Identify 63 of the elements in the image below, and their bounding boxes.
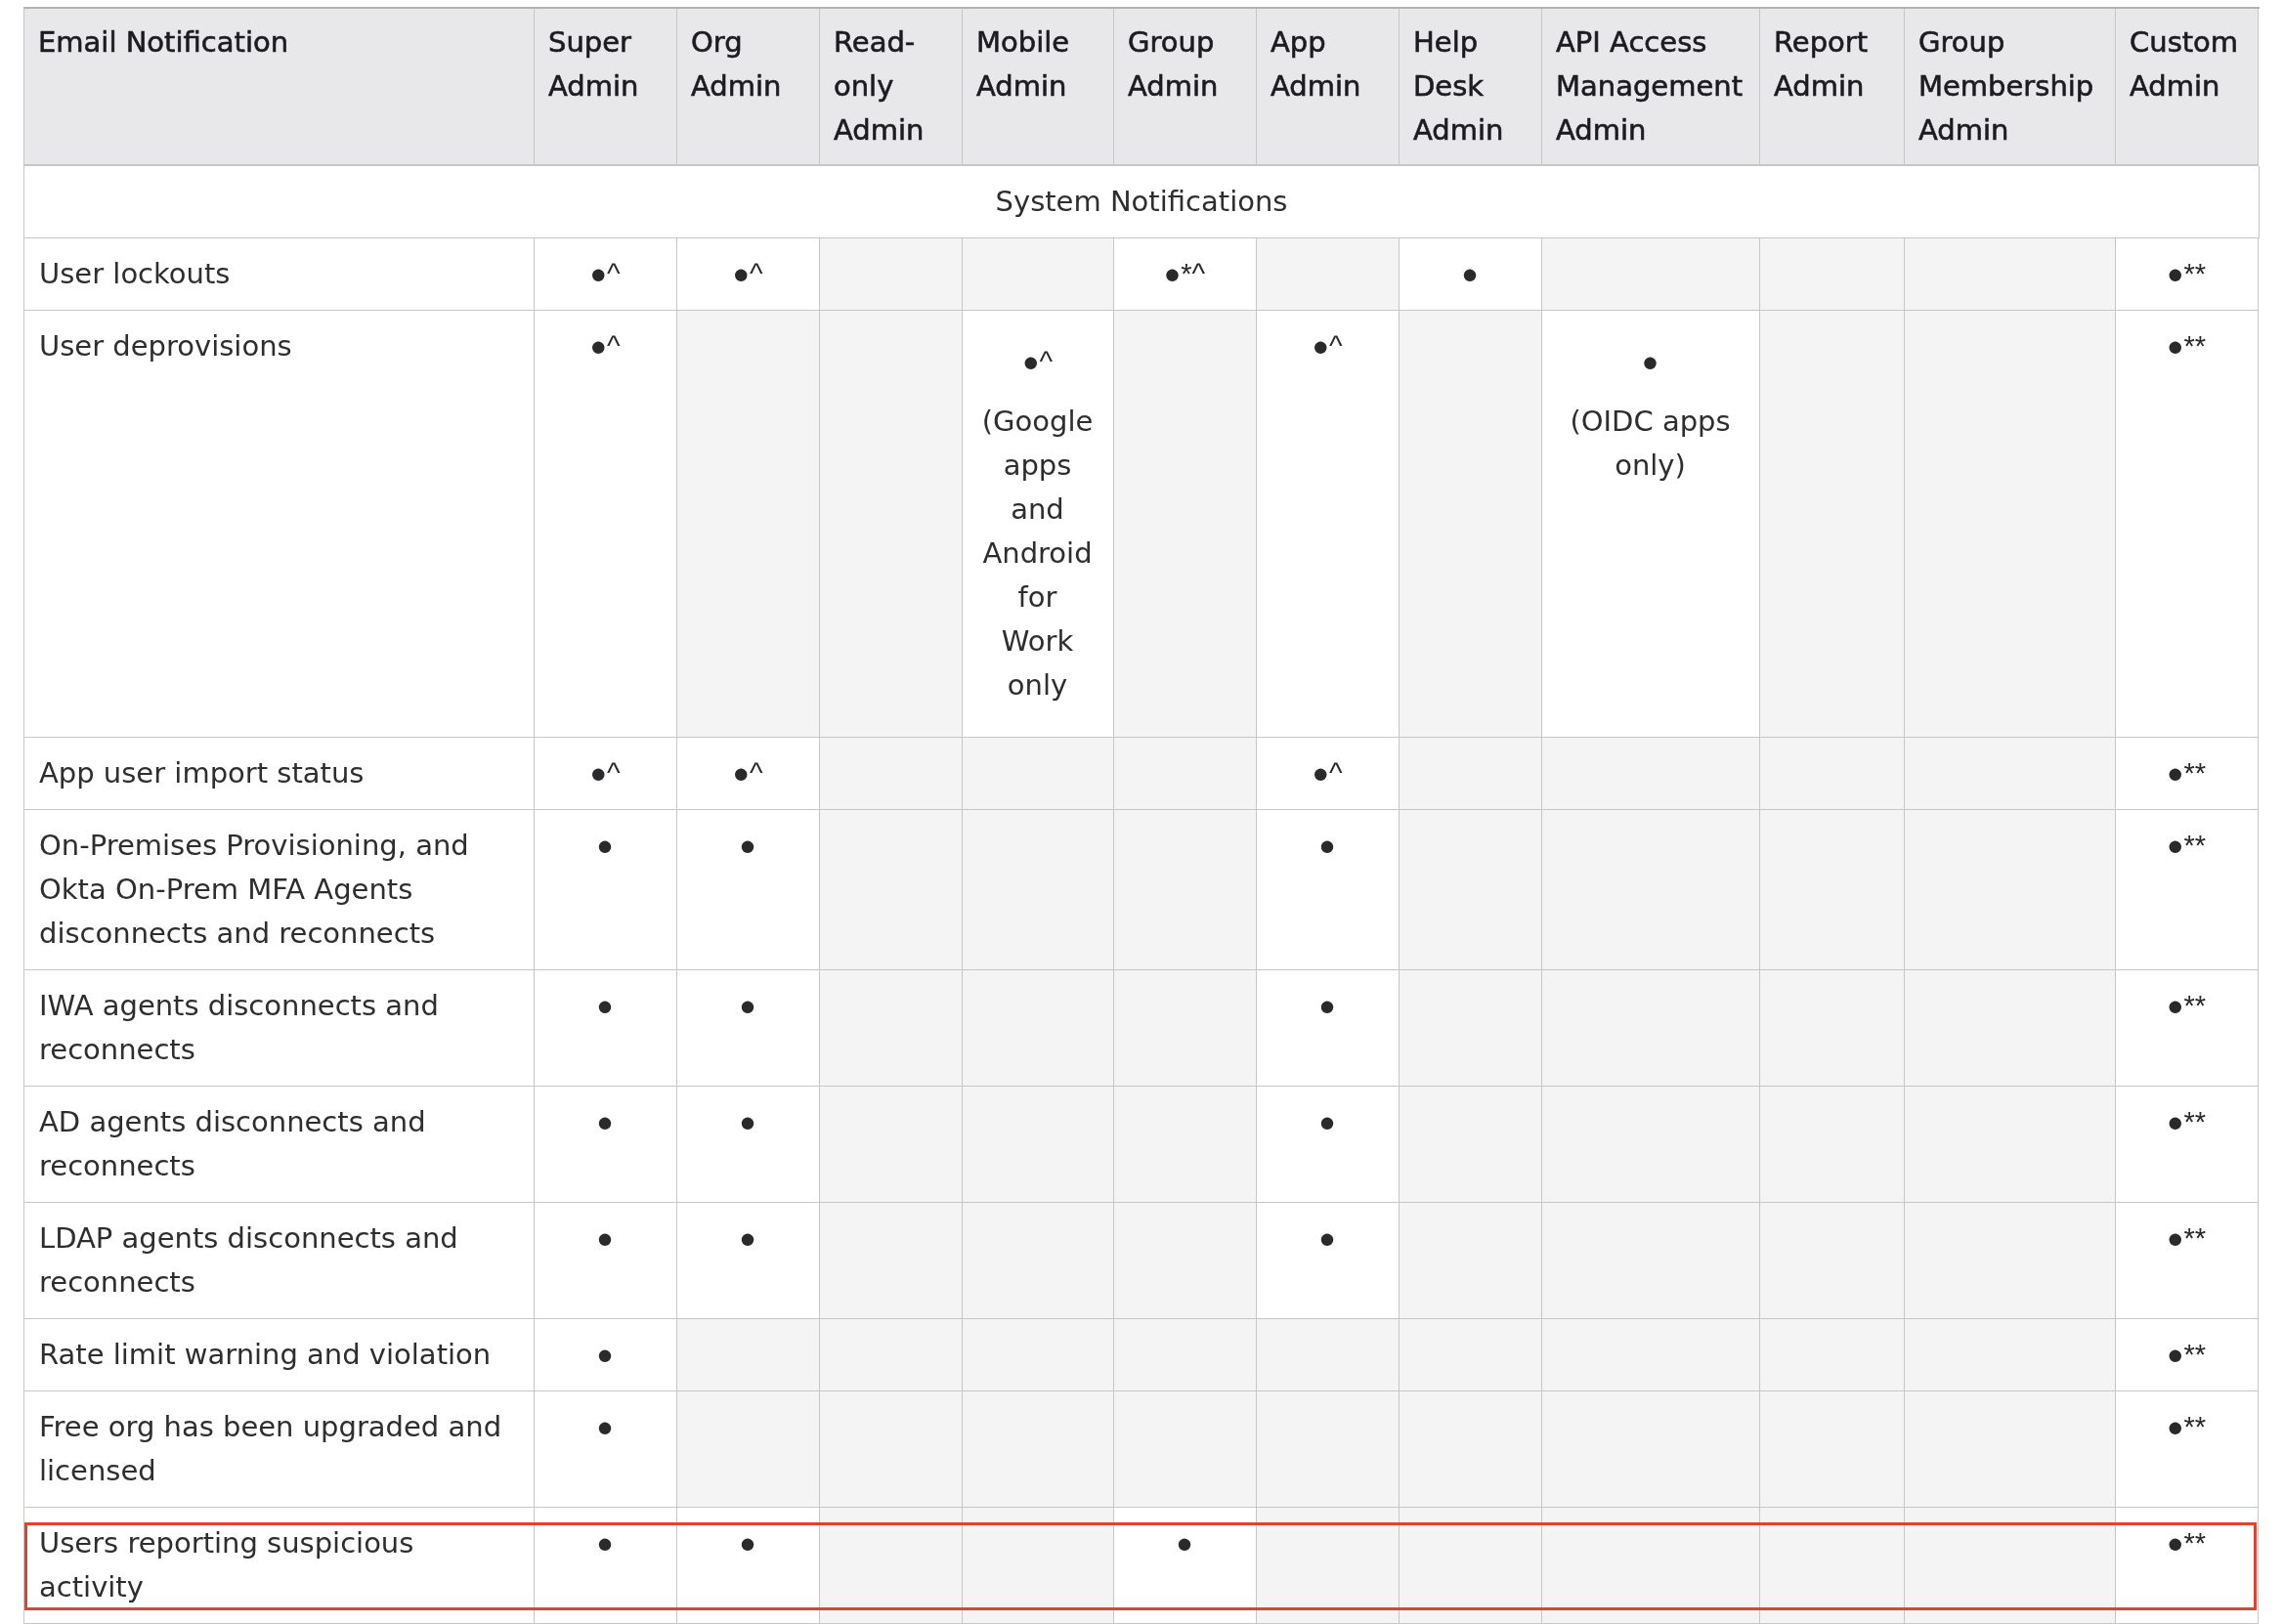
row-label: App user import status (24, 738, 535, 810)
table-cell: ● (535, 1508, 677, 1624)
column-header: App Admin (1257, 9, 1400, 166)
table-cell: ●** (2116, 810, 2259, 970)
table-cell: ●** (2116, 1391, 2259, 1508)
table-cell: ● (677, 1508, 820, 1624)
row-label: On-Premises Provisioning, and Okta On-Prem MFA Agents disconnects and reconnects (24, 810, 535, 970)
table-cell: ●** (2116, 311, 2259, 738)
cell-mark: ● (1641, 345, 1659, 379)
table-cell: ● (535, 1087, 677, 1203)
table-cell: ●^ (677, 238, 820, 311)
column-header: Super Admin (535, 9, 677, 166)
table-cell: ● (677, 970, 820, 1087)
table-cell: ●** (2116, 738, 2259, 810)
row-label: User deprovisions (24, 311, 535, 738)
column-header: API Access Management Admin (1542, 9, 1760, 166)
table-cell: ● (1257, 1203, 1400, 1319)
table-cell: ●** (2116, 238, 2259, 311)
table-cell: ● (535, 1319, 677, 1391)
table-cell: ● (677, 1087, 820, 1203)
column-header: Org Admin (677, 9, 820, 166)
row-label: Users reporting suspicious activity (24, 1508, 535, 1624)
table-cell: ● (1257, 970, 1400, 1087)
table-cell: ● (1257, 810, 1400, 970)
table-cell: ●^ (1257, 738, 1400, 810)
table-cell: ●** (2116, 1087, 2259, 1203)
table-cell: ● (677, 1203, 820, 1319)
row-label: Free org has been upgraded and licensed (24, 1391, 535, 1508)
column-header: Report Admin (1760, 9, 1905, 166)
table-cell: ● (535, 810, 677, 970)
table-cell: ●** (2116, 970, 2259, 1087)
table-cell: ● (1257, 1087, 1400, 1203)
column-header: Group Membership Admin (1905, 9, 2116, 166)
cell-note: (Google apps and Android for Work only (980, 404, 1095, 704)
table-cell: ● (677, 810, 820, 970)
cell-mark: ●^ (1021, 345, 1054, 379)
column-header: Mobile Admin (963, 9, 1114, 166)
table-cell: ●^ (677, 738, 820, 810)
column-header: Custom Admin (2116, 9, 2259, 166)
table-cell: ●*^ (1114, 238, 1257, 311)
table-cell: ● (535, 970, 677, 1087)
row-label: LDAP agents disconnects and reconnects (24, 1203, 535, 1319)
table-cell: ●^ (1257, 311, 1400, 738)
row-label: User lockouts (24, 238, 535, 311)
table-cell: ● (535, 1391, 677, 1508)
cell-note: (OIDC apps only) (1569, 404, 1732, 484)
column-header: Group Admin (1114, 9, 1257, 166)
table-cell: ●** (2116, 1203, 2259, 1319)
table-cell: ●^ (535, 238, 677, 311)
section-header: System Notifications (24, 166, 2260, 238)
table-cell: ● (535, 1203, 677, 1319)
column-header: Help Desk Admin (1400, 9, 1542, 166)
table-cell: ●^ (535, 738, 677, 810)
column-header: Read-only Admin (820, 9, 963, 166)
table-cell: ●** (2116, 1508, 2259, 1624)
table-cell: ●** (2116, 1319, 2259, 1391)
row-label: IWA agents disconnects and reconnects (24, 970, 535, 1087)
table-cell: ●^ (535, 311, 677, 738)
row-label: Rate limit warning and violation (24, 1319, 535, 1391)
table-cell: ● (1114, 1508, 1257, 1624)
column-header: Email Notification (24, 9, 535, 166)
table-cell: ● (1400, 238, 1542, 311)
row-label: AD agents disconnects and reconnects (24, 1087, 535, 1203)
